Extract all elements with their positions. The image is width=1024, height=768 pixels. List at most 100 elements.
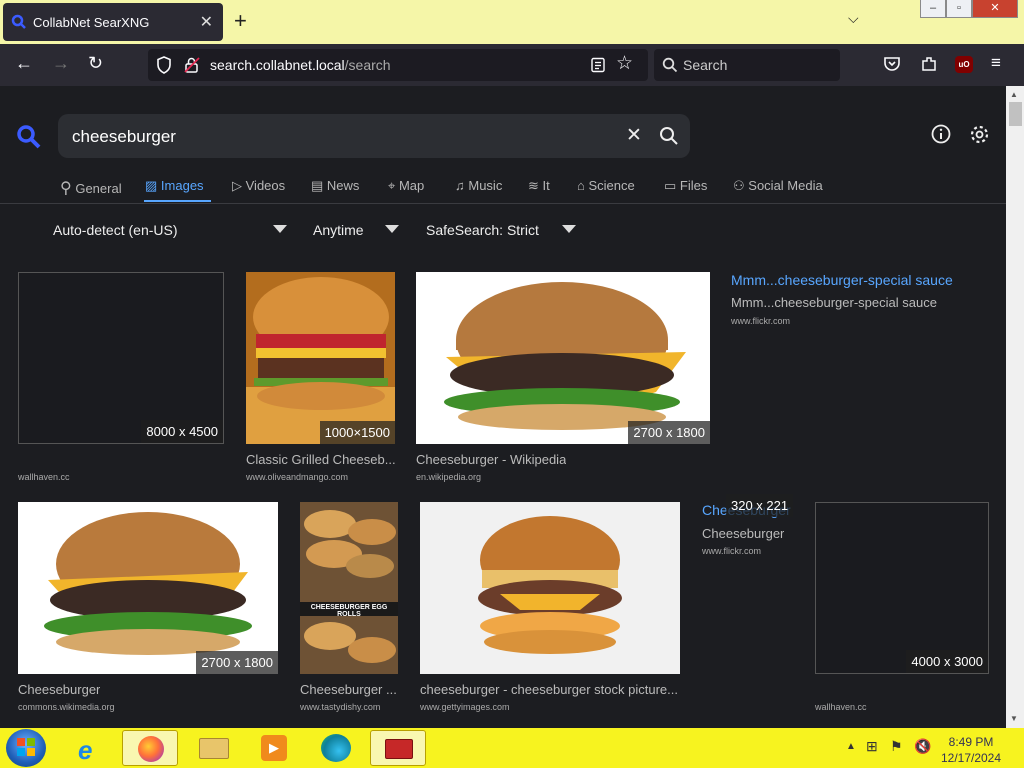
time-dropdown-icon[interactable] xyxy=(385,225,399,233)
scroll-up-arrow-icon[interactable]: ▲ xyxy=(1010,90,1018,99)
result-2-caption[interactable]: Classic Grilled Cheeseb... xyxy=(246,452,401,467)
result-4-source: www.flickr.com xyxy=(731,316,791,326)
info-icon[interactable] xyxy=(931,124,951,144)
image-result-3[interactable]: 2700 x 1800 xyxy=(416,272,710,444)
safesearch-select[interactable]: SafeSearch: Strict xyxy=(426,222,539,238)
taskbar-internet-explorer[interactable]: e xyxy=(64,730,120,766)
tab-files[interactable]: ▭ Files xyxy=(664,178,707,194)
result-5-source: commons.wikimedia.org xyxy=(18,702,115,712)
tab-music[interactable]: ♫ Music xyxy=(455,178,502,193)
show-hidden-icons-chevron-icon[interactable]: ▲ xyxy=(846,741,856,752)
language-select[interactable]: Auto-detect (en-US) xyxy=(53,222,178,238)
clear-search-icon[interactable]: ✕ xyxy=(626,124,642,147)
browser-search-box[interactable]: Search xyxy=(654,49,840,81)
scrollbar-thumb[interactable] xyxy=(1009,102,1022,126)
image-result-7[interactable] xyxy=(420,502,680,674)
map-pin-icon: ⌖ xyxy=(388,178,396,193)
searxng-logo-icon[interactable] xyxy=(16,124,42,150)
toolbox-icon xyxy=(385,739,413,759)
tab-images[interactable]: ▨ Images xyxy=(145,178,204,194)
image-result-9[interactable]: 4000 x 3000 xyxy=(815,502,989,674)
taskbar-media-player[interactable]: ▶ xyxy=(246,730,302,766)
search-query-text: cheeseburger xyxy=(72,127,176,146)
result-6-source: www.tastydishy.com xyxy=(300,702,381,712)
burger-photo-7 xyxy=(420,502,680,674)
tab-close-icon[interactable]: ✕ xyxy=(200,12,213,32)
system-clock[interactable]: 8:49 PM 12/17/2024 xyxy=(936,734,1006,766)
taskbar-firefox[interactable] xyxy=(122,730,178,766)
newspaper-icon: ▤ xyxy=(311,178,324,193)
tab-images-label: Images xyxy=(160,178,204,193)
result-6-caption[interactable]: Cheeseburger ... xyxy=(300,682,400,697)
result-3-caption[interactable]: Cheeseburger - Wikipedia xyxy=(416,452,566,467)
taskbar-edge[interactable] xyxy=(308,730,364,766)
tab-searxng[interactable]: CollabNet SearXNG ✕ xyxy=(3,3,223,41)
burger-photo-3 xyxy=(416,272,710,444)
tab-science[interactable]: ⌂ Science xyxy=(577,178,635,193)
new-tab-button[interactable]: + xyxy=(234,8,247,34)
tab-it[interactable]: ≋ It xyxy=(528,178,550,194)
reader-view-icon[interactable] xyxy=(590,57,606,73)
search-submit-icon[interactable] xyxy=(659,126,679,146)
files-icon: ▭ xyxy=(664,178,677,193)
reload-icon[interactable]: ↻ xyxy=(88,53,103,74)
image-result-6[interactable]: CHEESEBURGER EGG ROLLS xyxy=(300,502,398,674)
time-range-select[interactable]: Anytime xyxy=(313,222,364,238)
ublock-origin-icon[interactable]: uO xyxy=(955,56,973,73)
bookmark-star-icon[interactable]: ☆ xyxy=(616,52,633,75)
extensions-icon[interactable] xyxy=(920,55,938,73)
taskbar-file-explorer[interactable] xyxy=(186,730,242,766)
page-scrollbar[interactable]: ▲ ▼ xyxy=(1006,86,1024,728)
burger-photo-5 xyxy=(18,502,278,674)
image-size-badge: 2700 x 1800 xyxy=(628,421,710,444)
url-text[interactable]: search.collabnet.local/search xyxy=(210,57,391,73)
image-overlay-text: CHEESEBURGER EGG ROLLS xyxy=(310,604,388,618)
result-4-title-link[interactable]: Mmm...cheeseburger-special sauce xyxy=(731,272,953,288)
result-3-source: en.wikipedia.org xyxy=(416,472,482,482)
result-5-caption[interactable]: Cheeseburger xyxy=(18,682,100,697)
taskbar-toolbox-app[interactable] xyxy=(370,730,426,766)
image-icon: ▨ xyxy=(145,178,158,193)
image-result-2[interactable]: 1000×1500 xyxy=(246,272,395,444)
url-host: search.collabnet.local xyxy=(210,57,345,73)
hamburger-menu-icon[interactable]: ≡ xyxy=(991,53,1001,73)
shield-icon[interactable] xyxy=(156,56,172,74)
layers-icon: ≋ xyxy=(528,178,539,193)
back-arrow-icon[interactable]: ← xyxy=(15,53,33,74)
tab-news[interactable]: ▤ News xyxy=(311,178,359,194)
start-button[interactable] xyxy=(6,729,46,767)
safesearch-dropdown-icon[interactable] xyxy=(562,225,576,233)
image-size-badge: 1000×1500 xyxy=(319,421,395,444)
network-icon[interactable]: ⊞ xyxy=(866,738,878,755)
forward-arrow-icon[interactable]: → xyxy=(52,53,70,74)
tab-map[interactable]: ⌖ Map xyxy=(388,178,424,194)
firefox-icon xyxy=(138,736,164,762)
tab-list-chevron-icon[interactable]: ⌵ xyxy=(848,10,859,27)
clock-date: 12/17/2024 xyxy=(940,751,1002,765)
search-input[interactable]: cheeseburger ✕ xyxy=(58,114,690,158)
lock-insecure-icon[interactable] xyxy=(184,56,200,74)
clock-time: 8:49 PM xyxy=(948,735,994,749)
settings-gear-icon[interactable] xyxy=(969,124,990,145)
folder-icon xyxy=(199,738,229,759)
minimize-button[interactable]: – xyxy=(920,0,946,18)
pocket-icon[interactable] xyxy=(883,56,901,72)
volume-muted-icon[interactable]: 🔇 xyxy=(914,738,931,755)
tab-map-label: Map xyxy=(398,178,425,193)
tab-videos[interactable]: ▷ Videos xyxy=(232,178,285,194)
tab-social-media[interactable]: ⚇ Social Media xyxy=(733,178,823,194)
close-window-button[interactable]: ✕ xyxy=(972,0,1018,18)
searxng-favicon-icon xyxy=(11,14,26,29)
scroll-down-arrow-icon[interactable]: ▼ xyxy=(1010,714,1018,723)
language-dropdown-icon[interactable] xyxy=(273,225,287,233)
egg-rolls-photo-6 xyxy=(300,502,398,674)
result-7-source: www.gettyimages.com xyxy=(420,702,510,712)
result-7-caption[interactable]: cheeseburger - cheeseburger stock pictur… xyxy=(420,682,678,697)
result-2-source: www.oliveandmango.com xyxy=(246,472,349,482)
tab-general[interactable]: ⚲ General xyxy=(60,178,122,198)
image-result-5[interactable]: 2700 x 1800 xyxy=(18,502,278,674)
image-result-1[interactable]: 8000 x 4500 xyxy=(18,272,224,444)
maximize-button[interactable]: ▫ xyxy=(946,0,972,18)
action-center-flag-icon[interactable]: ⚑ xyxy=(890,738,903,755)
tab-strip: CollabNet SearXNG ✕ + ⌵ – ▫ ✕ xyxy=(0,0,1024,44)
